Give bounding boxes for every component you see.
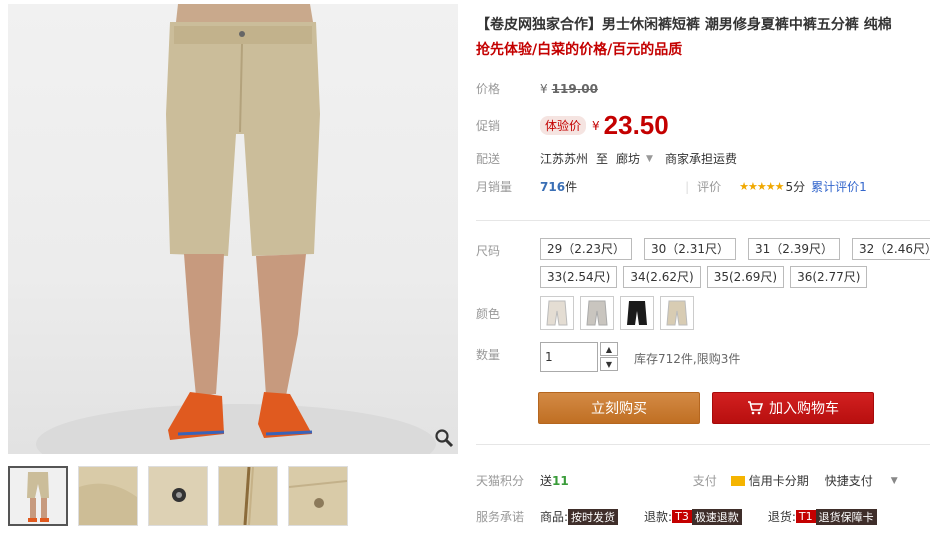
total-reviews-link[interactable]: 累计评价1: [811, 178, 867, 195]
service-label: 服务承诺: [476, 510, 525, 524]
quantity-stepper: ▲ ▼: [600, 342, 618, 372]
fast-refund-badge[interactable]: 极速退款: [691, 508, 742, 525]
original-price: 119.00: [551, 81, 598, 96]
rating-score: 5分: [785, 180, 806, 194]
service-goods: 商品:: [540, 510, 569, 524]
stock-info: 库存712件,限购3件: [634, 352, 741, 366]
thumbnail-1[interactable]: [8, 466, 68, 526]
shipping-to-word: 至: [596, 152, 609, 166]
add-to-cart-label: 加入购物车: [769, 401, 839, 417]
quantity-input[interactable]: [540, 342, 598, 372]
promo-row: 促销 体验价 ¥ 23.50: [476, 110, 669, 141]
size-label: 尺码: [476, 244, 501, 258]
shipping-from: 江苏苏州: [540, 152, 589, 166]
shipping-row: 配送 江苏苏州 至 廊坊 ▼ 商家承担运费: [476, 150, 737, 167]
color-swatches: [540, 296, 694, 330]
buy-now-button[interactable]: 立刻购买: [538, 392, 700, 424]
thumbnail-5[interactable]: [288, 466, 348, 526]
size-option[interactable]: 30（2.31尺）: [644, 238, 736, 260]
main-product-image[interactable]: [8, 4, 458, 454]
quantity-row: 数量 ▲ ▼ 库存712件,限购3件: [476, 342, 740, 372]
shipping-label: 配送: [476, 152, 501, 166]
points-row: 天猫积分 送 11 支付 信用卡分期 快捷支付 ▼: [476, 472, 898, 489]
price-label: 价格: [476, 82, 501, 96]
rating-stars-icon: ★★★★★: [739, 180, 784, 193]
thumbnail-strip: [8, 466, 458, 526]
credit-card-installment[interactable]: 信用卡分期: [749, 472, 809, 489]
size-option[interactable]: 35(2.69尺): [706, 266, 785, 288]
points-label: 天猫积分: [476, 474, 525, 488]
add-to-cart-button[interactable]: 加入购物车: [712, 392, 874, 424]
promo-label: 促销: [476, 119, 501, 133]
points-prefix: 送: [540, 474, 553, 488]
refund-code-badge: T3: [672, 510, 692, 523]
points-value: 11: [552, 473, 569, 488]
sales-unit: 件: [565, 180, 578, 194]
color-row: 颜色: [476, 296, 694, 330]
size-option[interactable]: 36(2.77尺): [790, 266, 868, 288]
shorts-photo: [36, 4, 436, 454]
promo-price: 23.50: [603, 110, 669, 140]
product-gallery: [8, 4, 458, 526]
quantity-label: 数量: [476, 348, 501, 362]
chevron-down-icon[interactable]: ▼: [646, 154, 653, 164]
rating-label: 评价: [697, 180, 722, 194]
thumbnail-4[interactable]: [218, 466, 278, 526]
sales-count: 716: [540, 179, 566, 194]
thumbnail-3[interactable]: [148, 466, 208, 526]
color-swatch-3[interactable]: [620, 296, 654, 330]
promo-currency: ¥: [592, 118, 600, 133]
service-return: 退货:: [767, 510, 796, 524]
chevron-down-icon[interactable]: ▼: [891, 476, 898, 486]
service-row: 服务承诺 商品: 按时发货 退款: T3 极速退款 退货: T1 退货保障卡: [476, 508, 877, 525]
increase-button[interactable]: ▲: [600, 342, 618, 356]
product-subtitle: 抢先体验/白菜的价格/百元的品质: [476, 42, 683, 58]
buy-now-label: 立刻购买: [591, 401, 647, 417]
credit-card-icon: [730, 475, 745, 486]
return-code-badge: T1: [795, 510, 816, 523]
divider: [476, 220, 930, 221]
color-label: 颜色: [476, 306, 501, 321]
product-info: 【卷皮网独家合作】男士休闲裤短裤 潮男修身夏裤中裤五分裤 纯棉 抢先体验/白菜的…: [476, 14, 930, 525]
color-swatch-4[interactable]: [660, 296, 694, 330]
size-options: 29（2.23尺） 30（2.31尺） 31（2.39尺） 32（2.46尺） …: [540, 238, 930, 288]
size-option[interactable]: 31（2.39尺）: [748, 238, 840, 260]
size-option[interactable]: 32（2.46尺）: [852, 238, 930, 260]
return-guarantee-badge[interactable]: 退货保障卡: [815, 508, 877, 525]
pay-label: 支付: [692, 474, 717, 488]
price-currency: ¥: [540, 81, 548, 96]
quick-pay[interactable]: 快捷支付: [825, 472, 873, 489]
shipping-fee: 商家承担运费: [664, 152, 737, 166]
chevron-up-icon: ▲: [605, 344, 613, 354]
cart-icon: [748, 401, 763, 415]
size-option[interactable]: 34(2.62尺): [623, 266, 701, 288]
color-swatch-2[interactable]: [580, 296, 614, 330]
shipping-destination[interactable]: 廊坊: [616, 150, 640, 167]
chevron-down-icon: ▼: [605, 359, 613, 369]
sales-label: 月销量: [476, 180, 513, 194]
price-row: 价格 ¥ 119.00: [476, 80, 598, 97]
color-swatch-1[interactable]: [540, 296, 574, 330]
size-option[interactable]: 29（2.23尺）: [540, 238, 632, 260]
sales-row: 月销量 716 件 | 评价 ★★★★★ 5分 累计评价1: [476, 178, 867, 195]
divider: [476, 444, 930, 445]
size-row: 尺码 29（2.23尺） 30（2.31尺） 31（2.39尺） 32（2.46…: [476, 238, 930, 288]
zoom-icon[interactable]: [434, 428, 454, 448]
promo-badge: 体验价: [540, 116, 587, 135]
ontime-delivery-badge[interactable]: 按时发货: [568, 508, 619, 525]
divider: |: [685, 179, 690, 194]
service-refund: 退款:: [644, 510, 673, 524]
product-title: 【卷皮网独家合作】男士休闲裤短裤 潮男修身夏裤中裤五分裤 纯棉: [476, 17, 892, 33]
size-option[interactable]: 33(2.54尺): [540, 266, 618, 288]
decrease-button[interactable]: ▼: [600, 357, 618, 371]
thumbnail-2[interactable]: [78, 466, 138, 526]
